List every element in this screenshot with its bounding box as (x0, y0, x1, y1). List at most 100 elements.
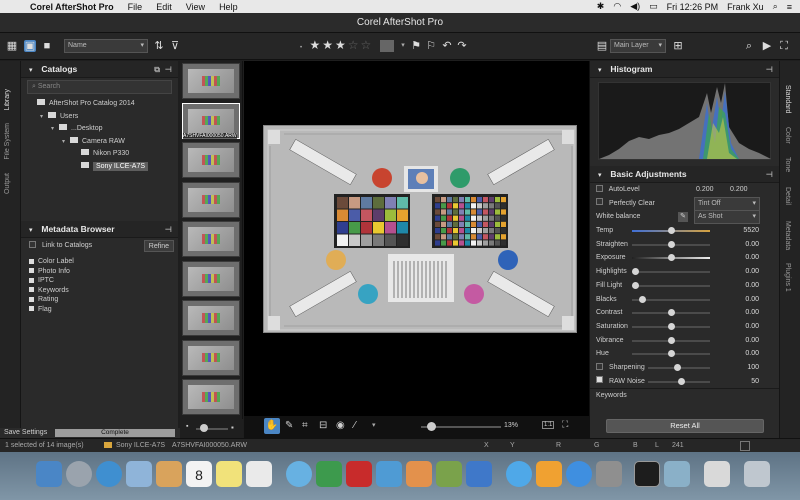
adjustment-knob[interactable] (639, 295, 647, 303)
sharpening-knob[interactable] (674, 363, 681, 371)
tab-output[interactable]: Output (4, 173, 11, 194)
adjustment-slider[interactable] (632, 271, 710, 274)
tab-tone[interactable]: Tone (784, 157, 791, 172)
crop-icon[interactable]: ⌗ (302, 420, 308, 431)
pin-icon[interactable]: ⊣ (766, 166, 773, 183)
notes-icon[interactable] (216, 461, 242, 487)
adjustment-slider[interactable] (632, 284, 710, 287)
expand-box-icon[interactable] (29, 258, 34, 264)
eyedropper-icon[interactable]: ✎ (285, 420, 293, 431)
autolevel-checkbox[interactable] (596, 184, 603, 192)
raw-noise-checkbox[interactable] (596, 376, 603, 384)
color-label-icon[interactable] (380, 40, 394, 52)
adjustment-knob[interactable] (668, 350, 675, 358)
clock[interactable]: Fri 12:26 PM (667, 2, 719, 12)
keynote-icon[interactable] (466, 461, 492, 487)
expand-box-icon[interactable] (29, 306, 34, 312)
expand-box-icon[interactable] (29, 296, 34, 302)
rating-stars[interactable]: • ★★★☆☆ (300, 38, 373, 52)
redeye-icon[interactable]: ◉ (336, 420, 345, 431)
new-catalog-icon[interactable]: ⧉ (154, 61, 160, 78)
zoom-knob[interactable] (427, 422, 436, 431)
app-store-icon[interactable] (566, 461, 592, 487)
adjustment-value[interactable]: 0.00 (745, 279, 759, 293)
filter-icon[interactable]: ⊽ (169, 40, 181, 52)
layer-dropdown[interactable]: Main Layer ▾ (610, 39, 666, 53)
filmstrip-thumbnail[interactable] (182, 181, 240, 218)
basic-adjustments-header[interactable]: ▾ Basic Adjustments ⊣ (590, 166, 779, 183)
info-toggle-icon[interactable] (740, 441, 750, 451)
catalog-tree-item[interactable]: Sony ILCE-A7S (21, 161, 178, 174)
battery-icon[interactable]: ▭ (649, 1, 658, 12)
safari-icon[interactable] (96, 461, 122, 487)
pin-icon[interactable]: ⊣ (766, 61, 773, 78)
metadata-browser-header[interactable]: ▾ Metadata Browser ⊣ (21, 221, 178, 238)
metadata-item[interactable]: Photo Info (21, 267, 178, 277)
raw-noise-knob[interactable] (678, 377, 685, 385)
aftershot-icon[interactable] (664, 461, 690, 487)
adjustment-knob[interactable] (632, 281, 639, 289)
expand-box-icon[interactable] (29, 277, 34, 283)
search-icon[interactable]: ⌕ (743, 40, 755, 52)
adjustment-knob[interactable] (668, 240, 675, 248)
autolevel-high[interactable]: 0.200 (730, 183, 748, 197)
adjustment-value[interactable]: 0.00 (745, 238, 759, 252)
white-balance-dropdown[interactable]: As Shot ▾ (694, 210, 760, 225)
disclosure-arrow-icon[interactable]: ▾ (51, 123, 59, 136)
metadata-item[interactable]: IPTC (21, 276, 178, 286)
filmstrip-thumbnail[interactable] (182, 260, 240, 297)
fullscreen-icon[interactable]: ⛶ (778, 40, 790, 52)
wifi-icon[interactable]: ◠ (613, 1, 621, 12)
add-layer-icon[interactable]: ⊞ (672, 40, 684, 52)
metadata-item[interactable]: Color Label (21, 257, 178, 267)
pin-icon[interactable]: ⊣ (165, 61, 172, 78)
one-to-one-button[interactable]: 1:1 (542, 421, 555, 429)
sort-dropdown[interactable]: Name ▾ (64, 39, 148, 53)
bluetooth-icon[interactable]: ✱ (597, 1, 605, 12)
view-menu[interactable]: View (186, 2, 205, 12)
sharpening-checkbox[interactable] (596, 362, 603, 370)
tab-color[interactable]: Color (784, 127, 791, 144)
document-icon[interactable] (704, 461, 730, 487)
tab-library[interactable]: Library (4, 89, 11, 110)
adjustment-knob[interactable] (668, 336, 675, 344)
filmstrip-thumbnail[interactable] (182, 379, 240, 415)
terminal-icon[interactable] (634, 461, 660, 487)
adjustment-knob[interactable] (668, 309, 675, 317)
catalog-tree-item[interactable]: ▾ Users (21, 111, 178, 124)
trash-icon[interactable] (744, 461, 770, 487)
adjustment-value[interactable]: 5520 (743, 224, 759, 238)
adjustment-value[interactable]: 0.00 (745, 251, 759, 265)
metadata-item[interactable]: Flag (21, 305, 178, 315)
rotate-left-icon[interactable]: ↶ (441, 40, 453, 52)
grid-view-icon[interactable]: ▦ (6, 40, 18, 52)
tab-detail[interactable]: Detail (784, 187, 791, 205)
straighten-icon[interactable]: ⊟ (319, 420, 327, 431)
perfectly-clear-checkbox[interactable] (596, 198, 603, 206)
messages-icon[interactable] (286, 461, 312, 487)
app-menu[interactable]: Corel AfterShot Pro (30, 2, 114, 12)
adjustment-knob[interactable] (632, 268, 639, 276)
sharpening-value[interactable]: 100 (747, 361, 759, 375)
adjustment-knob[interactable] (668, 227, 675, 235)
filmstrip-thumbnail[interactable] (182, 221, 240, 257)
single-view-icon[interactable]: ■ (41, 40, 53, 52)
metadata-item[interactable]: Rating (21, 295, 178, 305)
catalog-search-input[interactable]: ⌕ Search (27, 80, 172, 94)
catalog-tree-item[interactable]: Nikon P330 (21, 148, 178, 161)
notification-center-icon[interactable]: ≡ (787, 2, 792, 12)
rotate-right-icon[interactable]: ↷ (456, 40, 468, 52)
keywords-row[interactable]: Keywords (590, 388, 779, 402)
user-name[interactable]: Frank Xu (727, 2, 764, 12)
metadata-item[interactable]: Keywords (21, 286, 178, 296)
itunes-icon[interactable] (506, 461, 532, 487)
adjustment-value[interactable]: 0.00 (745, 347, 759, 361)
tab-file-system[interactable]: File System (4, 123, 11, 160)
adjustment-value[interactable]: 0.00 (745, 320, 759, 334)
expand-box-icon[interactable] (29, 268, 34, 274)
adjustment-value[interactable]: 0.00 (745, 334, 759, 348)
split-view-icon[interactable]: ▣ (24, 40, 36, 52)
pin-icon[interactable]: ⊣ (165, 221, 172, 238)
catalogs-header[interactable]: ▾ Catalogs ⧉ ⊣ (21, 61, 178, 78)
layers-icon[interactable]: ▤ (596, 40, 608, 52)
